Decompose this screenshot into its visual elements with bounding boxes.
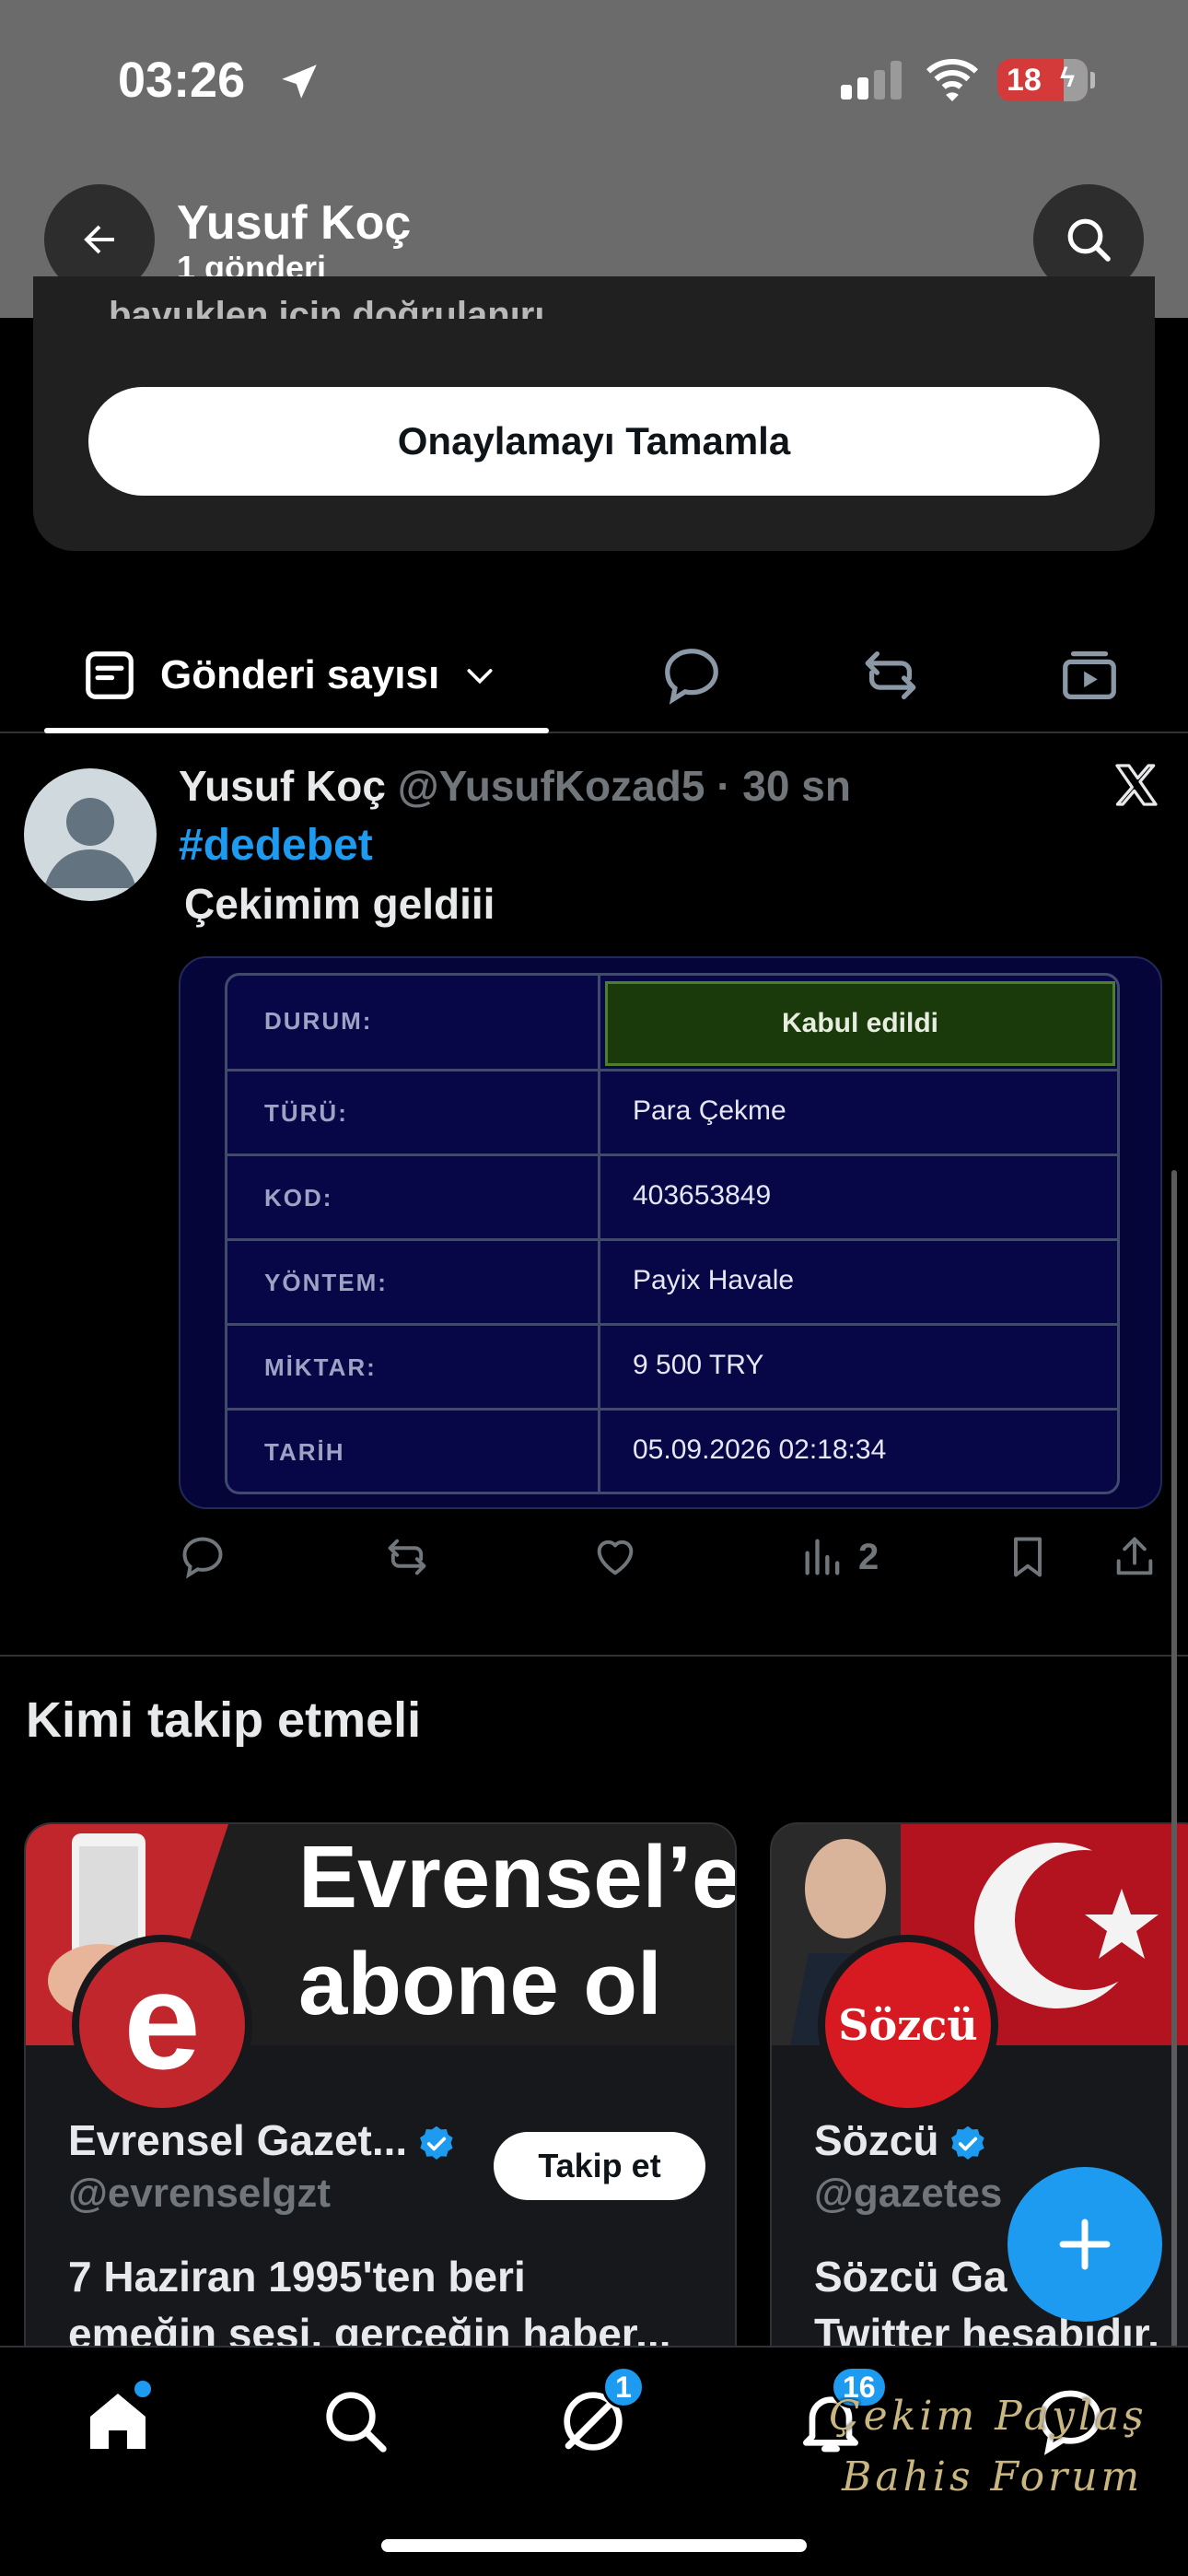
divider xyxy=(0,1655,1188,1657)
repost-icon xyxy=(388,1539,426,1575)
charging-bolt-icon: ϟ xyxy=(1060,63,1075,93)
watermark: Çekim Paylaş Bahis Forum xyxy=(829,2393,1147,2500)
chevron-down-icon xyxy=(467,669,493,685)
card-handle: @gazetes xyxy=(814,2171,1003,2216)
post-actions: 2 xyxy=(0,1529,1188,1594)
complete-verification-button[interactable]: Onaylamayı Tamamla xyxy=(88,387,1100,496)
repost-button[interactable] xyxy=(383,1529,431,1585)
nav-search[interactable] xyxy=(319,2384,392,2458)
table-key: TÜRÜ: xyxy=(264,1099,348,1127)
who-to-follow-title: Kimi takip etmeli xyxy=(26,1692,422,1748)
bookmark-button[interactable] xyxy=(1004,1529,1052,1585)
table-key: DURUM: xyxy=(264,1007,373,1035)
tab-replies-icon[interactable] xyxy=(659,643,724,708)
table-key: TARİH xyxy=(264,1438,345,1466)
tab-reposts-icon[interactable] xyxy=(858,643,923,708)
views-count: 2 xyxy=(858,1536,879,1577)
battery-indicator: 18 ϟ xyxy=(997,59,1095,101)
home-unread-dot xyxy=(134,2381,151,2397)
table-value: Para Çekme xyxy=(633,1095,786,1126)
verification-text: bayuklen için doğrulanırı xyxy=(109,295,545,319)
active-tab-indicator xyxy=(44,728,549,733)
post-author[interactable]: Yusuf Koç xyxy=(179,762,386,810)
post-header: Yusuf Koç @YusufKozad5 · 30 sn xyxy=(179,761,851,811)
arrow-left-icon xyxy=(84,225,114,254)
post-hashtag[interactable]: #dedebet xyxy=(179,820,373,871)
location-arrow-icon xyxy=(282,64,317,99)
card-handle: @evrenselgzt xyxy=(68,2171,332,2216)
table-row: TÜRÜ: Para Çekme xyxy=(227,1071,1117,1156)
wifi-icon xyxy=(926,59,978,101)
post-separator: · xyxy=(716,762,731,810)
home-indicator[interactable] xyxy=(381,2539,807,2552)
sozcu-logo: Sözcü xyxy=(818,1935,998,2115)
table-value: Payix Havale xyxy=(633,1265,795,1295)
table-row: MİKTAR: 9 500 TRY xyxy=(227,1326,1117,1411)
table-row: TARİH 05.09.2026 02:18:34 xyxy=(227,1411,1117,1492)
heart-icon xyxy=(597,1540,634,1575)
table-key: MİKTAR: xyxy=(264,1353,377,1381)
compose-post-button[interactable] xyxy=(1007,2167,1162,2322)
search-icon xyxy=(1067,218,1111,262)
table-value: 05.09.2026 02:18:34 xyxy=(633,1434,887,1465)
verified-badge-icon xyxy=(951,2125,985,2160)
share-icon xyxy=(1116,1537,1153,1575)
card-name[interactable]: Sözcü xyxy=(814,2115,988,2165)
share-button[interactable] xyxy=(1111,1529,1159,1585)
banner-text: Evrensel’e abone ol xyxy=(298,1828,737,2033)
tab-posts-label: Gönderi sayısı xyxy=(160,652,440,697)
table-row: KOD: 403653849 xyxy=(227,1156,1117,1241)
views-chart-icon xyxy=(805,1539,840,1575)
views-button[interactable]: 2 xyxy=(799,1529,879,1585)
table-key: YÖNTEM: xyxy=(264,1269,388,1296)
like-button[interactable] xyxy=(591,1529,639,1585)
post-time: 30 sn xyxy=(742,762,851,810)
profile-name: Yusuf Koç xyxy=(177,196,412,250)
status-badge: Kabul edildi xyxy=(605,981,1115,1066)
messages-badge: 1 xyxy=(602,2366,645,2408)
table-key: KOD: xyxy=(264,1184,333,1212)
reply-icon xyxy=(182,1537,223,1579)
table-value: 9 500 TRY xyxy=(633,1350,764,1380)
post-text: Çekimim geldiii xyxy=(184,880,495,928)
nav-grok[interactable]: 1 xyxy=(556,2366,645,2458)
tab-media-icon[interactable] xyxy=(1057,643,1122,708)
tab-posts[interactable]: Gönderi sayısı xyxy=(44,619,549,732)
table-value: 403653849 xyxy=(633,1180,772,1211)
x-logo-icon xyxy=(1115,764,1158,806)
card-name[interactable]: Evrensel Gazet... xyxy=(68,2115,457,2165)
default-avatar-icon xyxy=(44,798,136,888)
table-row: DURUM: Kabul edildi xyxy=(227,976,1117,1071)
profile-header: 03:26 18 ϟ Yusuf Koç 1 gönderi xyxy=(0,0,1188,318)
posts-icon xyxy=(86,651,134,699)
evrensel-logo: e xyxy=(72,1935,252,2115)
scrollbar[interactable] xyxy=(1171,1170,1177,2359)
withdrawal-table: DURUM: Kabul edildi TÜRÜ: Para Çekme KOD… xyxy=(225,973,1120,1494)
plus-icon xyxy=(1059,2219,1111,2270)
reply-button[interactable] xyxy=(179,1529,227,1585)
table-row: YÖNTEM: Payix Havale xyxy=(227,1241,1117,1326)
avatar[interactable] xyxy=(24,768,157,901)
verified-badge-icon xyxy=(420,2125,453,2160)
cellular-signal-icon xyxy=(841,61,902,100)
post-handle[interactable]: @YusufKozad5 xyxy=(398,762,705,810)
search-icon xyxy=(326,2392,387,2453)
profile-tabs: Gönderi sayısı xyxy=(0,619,1188,733)
follow-button[interactable]: Takip et xyxy=(494,2132,705,2200)
bookmark-icon xyxy=(1014,1537,1042,1577)
status-time: 03:26 xyxy=(118,53,246,108)
post-image[interactable]: DURUM: Kabul edildi TÜRÜ: Para Çekme KOD… xyxy=(179,956,1162,1509)
nav-home[interactable] xyxy=(81,2381,155,2458)
